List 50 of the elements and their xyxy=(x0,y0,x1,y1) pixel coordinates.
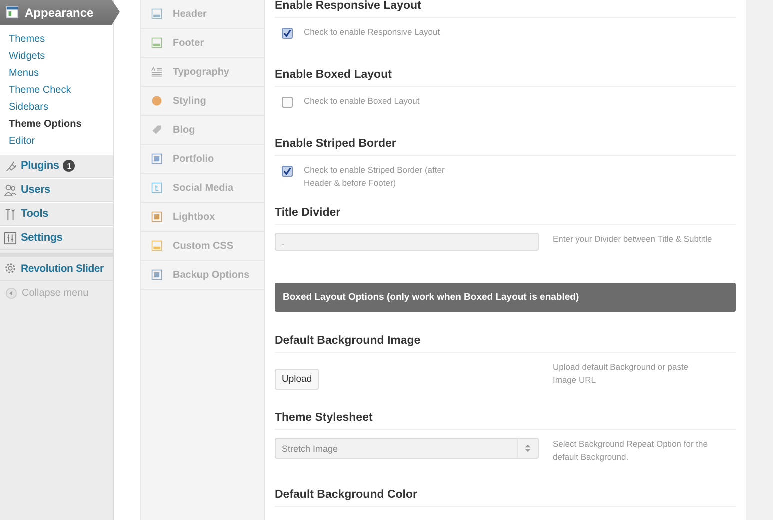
field-description: Enter your Divider between Title & Subtitle xyxy=(553,233,713,246)
text-lines-icon xyxy=(151,66,163,78)
window-icon xyxy=(6,6,19,19)
frame-icon xyxy=(151,211,163,223)
collapse-icon xyxy=(6,288,17,299)
submenu-link[interactable]: Editor xyxy=(0,133,113,150)
menu-item[interactable]: Appearance xyxy=(0,0,121,25)
css-file-icon xyxy=(151,240,163,252)
select-dropdown[interactable]: Stretch Image xyxy=(275,438,539,459)
checkbox[interactable] xyxy=(282,28,293,39)
field-description: Select Background Repeat Option for the default Background. xyxy=(553,438,709,464)
section-title: Enable Responsive Layout xyxy=(275,0,736,18)
upload-button[interactable]: Upload xyxy=(275,369,320,390)
pages-icon xyxy=(151,153,163,165)
checkbox-label: Check to enable Responsive Layout xyxy=(304,26,442,39)
menu-item[interactable]: Users xyxy=(0,178,113,202)
section-banner: Boxed Layout Options (only work when Boxed Layout is enabled) xyxy=(275,283,736,312)
menu-item[interactable]: Settings xyxy=(0,226,113,250)
layout-icon xyxy=(151,8,163,20)
section-title: Default Background Image xyxy=(275,330,736,353)
section-title: Theme Stylesheet xyxy=(275,407,736,430)
disk-icon xyxy=(151,269,163,281)
users-icon xyxy=(4,184,17,196)
submenu-link[interactable]: Theme Check xyxy=(0,82,113,99)
checkbox[interactable] xyxy=(282,166,293,177)
palette-icon xyxy=(151,95,163,107)
field-description: Upload default Background or paste Image URL xyxy=(553,361,690,387)
plug-icon xyxy=(4,160,17,172)
section-title: Default Background Color xyxy=(275,484,736,507)
update-count-badge: 1 xyxy=(63,160,76,172)
submenu-link[interactable]: Sidebars xyxy=(0,99,113,116)
checkbox-label: Check to enable Boxed Layout xyxy=(304,95,421,108)
layout-icon xyxy=(151,37,163,49)
gear-icon xyxy=(4,262,17,275)
submenu-link[interactable]: Menus xyxy=(0,65,113,82)
tools-icon xyxy=(4,208,17,220)
checkbox[interactable] xyxy=(282,97,293,108)
settings-icon xyxy=(4,232,17,244)
section-title: Enable Boxed Layout xyxy=(275,64,736,87)
tag-icon xyxy=(151,124,163,136)
submenu-link[interactable]: Theme Options xyxy=(0,116,113,133)
letter-t-icon xyxy=(151,182,163,194)
submenu-link[interactable]: Widgets xyxy=(0,48,113,65)
checkbox-label: Check to enable Striped Border (after Header & before Footer) xyxy=(304,164,446,190)
submenu-link[interactable]: Themes xyxy=(0,31,113,48)
section-title: Title Divider xyxy=(275,202,736,225)
section-title: Enable Striped Border xyxy=(275,133,736,156)
text-input-field[interactable]: . xyxy=(275,233,539,251)
menu-item[interactable]: Plugins 1 xyxy=(0,154,113,178)
menu-item[interactable]: Tools xyxy=(0,202,113,226)
